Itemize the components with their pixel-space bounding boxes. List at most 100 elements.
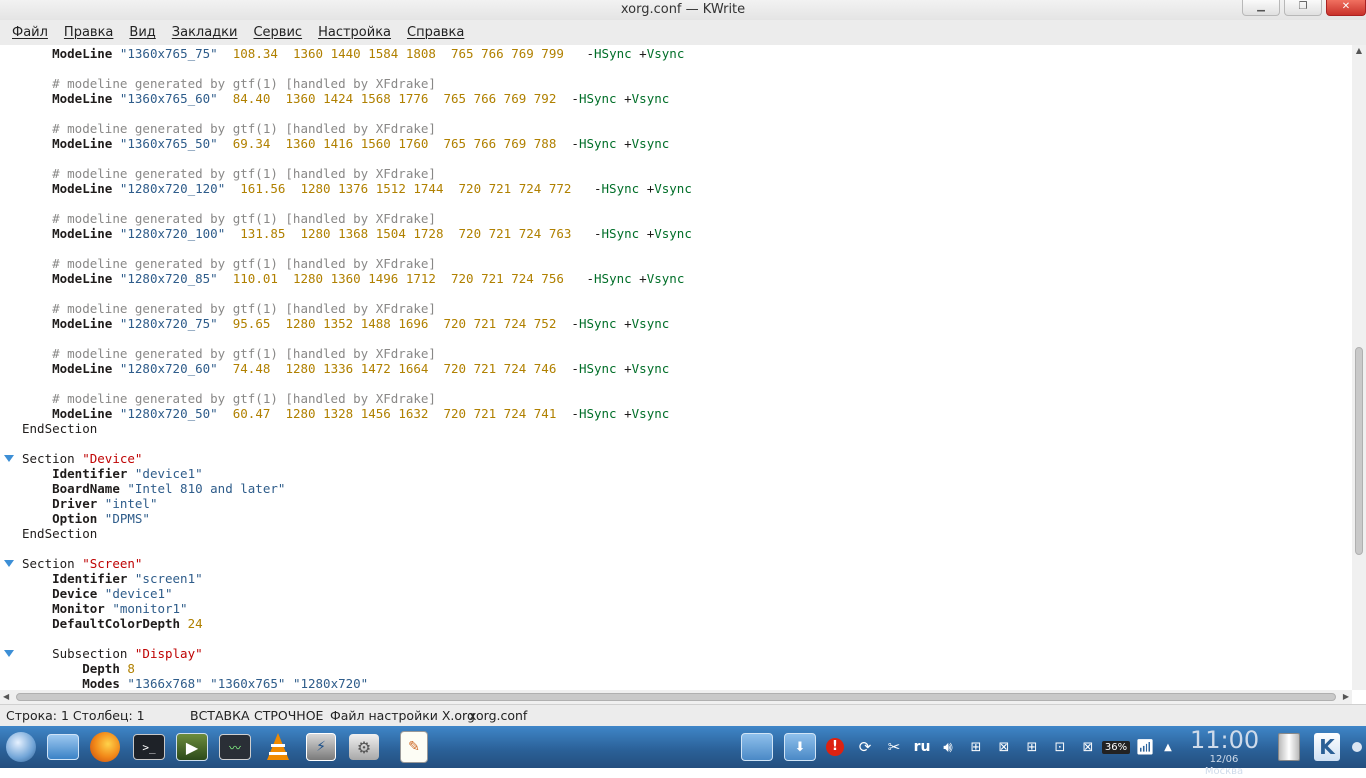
- tray-expand-icon[interactable]: ▲: [1160, 736, 1176, 758]
- horizontal-scrollbar[interactable]: ◀ ▶: [0, 690, 1352, 704]
- firefox-icon[interactable]: [88, 730, 122, 764]
- fold-toggle-icon[interactable]: [4, 650, 14, 657]
- menu-help[interactable]: Справка: [399, 25, 472, 40]
- fold-toggle-icon[interactable]: [4, 560, 14, 567]
- minimize-button[interactable]: ▁: [1242, 0, 1280, 16]
- network-offline-icon[interactable]: ⊠: [1076, 736, 1100, 758]
- menu-settings[interactable]: Настройка: [310, 25, 399, 40]
- scroll-left-arrow-icon[interactable]: ◀: [3, 690, 9, 704]
- panel-toolbox-icon[interactable]: [1350, 730, 1364, 764]
- vertical-scroll-thumb[interactable]: [1355, 347, 1363, 555]
- notes-icon[interactable]: ✎: [397, 730, 431, 764]
- system-monitor-icon[interactable]: 〰: [218, 730, 252, 764]
- network-icon[interactable]: ⊞: [964, 736, 988, 758]
- code-line: # modeline generated by gtf(1) [handled …: [22, 301, 692, 316]
- code-line: # modeline generated by gtf(1) [handled …: [22, 76, 692, 91]
- code-line: ModeLine "1280x720_50" 60.47 1280 1328 1…: [22, 406, 692, 421]
- code-token: -: [563, 91, 579, 106]
- network-lan-icon[interactable]: ⊡: [1048, 736, 1072, 758]
- desktop-pager-icon[interactable]: [740, 730, 774, 764]
- code-token: Depth: [82, 661, 120, 676]
- download-folder-icon[interactable]: ⬇: [783, 730, 817, 764]
- file-manager-icon[interactable]: [46, 730, 80, 764]
- menu-file[interactable]: Файл: [4, 25, 56, 40]
- scroll-right-arrow-icon[interactable]: ▶: [1343, 690, 1349, 704]
- network-wired-icon[interactable]: ⊞: [1020, 736, 1044, 758]
- code-token: # modeline generated by gtf(1) [handled …: [52, 76, 436, 91]
- video-editor-icon[interactable]: ▶: [175, 730, 209, 764]
- settings-icon[interactable]: ⚙: [347, 730, 381, 764]
- code-token: ModeLine: [52, 271, 113, 286]
- code-content[interactable]: ModeLine "1360x765_75" 108.34 1360 1440 …: [22, 46, 692, 690]
- code-token: # modeline generated by gtf(1) [handled …: [52, 256, 436, 271]
- menu-view[interactable]: Вид: [121, 25, 163, 40]
- close-button[interactable]: ✕: [1326, 0, 1366, 16]
- scroll-up-arrow-icon[interactable]: ▲: [1352, 45, 1366, 57]
- horizontal-scroll-thumb[interactable]: [16, 693, 1336, 701]
- battery-indicator[interactable]: 36%: [1101, 736, 1131, 758]
- menu-edit[interactable]: Правка: [56, 25, 121, 40]
- selection-mode[interactable]: СТРОЧНОЕ: [254, 705, 323, 726]
- code-token: ModeLine: [52, 91, 113, 106]
- clipboard-icon[interactable]: ✂: [884, 736, 904, 758]
- code-token: -: [586, 181, 602, 196]
- code-token: "Display": [134, 646, 203, 661]
- taskbar: >_ ▶ 〰 ⚡ ⚙ ✎ ⬇ ! ⟳ ✂ ru 🔊︎ ⊞ ⊠ ⊞ ⊡ ⊠ 36%…: [0, 726, 1366, 777]
- kde-menu-icon[interactable]: [4, 730, 38, 764]
- trash-icon[interactable]: [1274, 730, 1304, 764]
- code-line: ModeLine "1280x720_85" 110.01 1280 1360 …: [22, 271, 692, 286]
- code-token: "monitor1": [112, 601, 188, 616]
- code-token: "Intel 810 and later": [127, 481, 286, 496]
- clock-time: 11:00: [1190, 726, 1260, 754]
- code-token: -: [563, 361, 579, 376]
- fold-toggle-icon[interactable]: [4, 455, 14, 462]
- window-titlebar[interactable]: xorg.conf — KWrite ▁ ❐ ✕: [0, 0, 1366, 20]
- input-mode[interactable]: ВСТАВКА: [190, 705, 250, 726]
- clock[interactable]: 11:00 12/06 Москва: [1190, 726, 1260, 778]
- network-disconnected-icon[interactable]: ⊠: [992, 736, 1016, 758]
- menu-bookmarks[interactable]: Закладки: [164, 25, 246, 40]
- text-editor-area[interactable]: ModeLine "1360x765_75" 108.34 1360 1440 …: [0, 45, 1352, 690]
- code-token: 8: [127, 661, 135, 676]
- terminal-icon[interactable]: >_: [132, 730, 166, 764]
- menu-tools[interactable]: Сервис: [245, 25, 310, 40]
- alert-icon[interactable]: !: [825, 736, 845, 758]
- file-name: xorg.conf: [469, 708, 528, 723]
- vlc-icon[interactable]: [261, 730, 295, 764]
- keyboard-layout[interactable]: ru: [910, 736, 934, 758]
- wifi-icon[interactable]: 📶︎: [1134, 736, 1156, 758]
- code-token: # modeline generated by gtf(1) [handled …: [52, 166, 436, 181]
- code-line: ModeLine "1360x765_50" 69.34 1360 1416 1…: [22, 136, 692, 151]
- code-token: "Device": [82, 451, 143, 466]
- network-tool-icon[interactable]: ⚡: [304, 730, 338, 764]
- code-token: +: [631, 46, 647, 61]
- code-token: EndSection: [22, 421, 98, 436]
- code-token: +: [616, 361, 632, 376]
- kde-logo-icon[interactable]: K: [1312, 730, 1342, 764]
- code-token: -: [586, 226, 602, 241]
- code-line: ModeLine "1360x765_75" 108.34 1360 1440 …: [22, 46, 692, 61]
- code-token: HSync: [594, 46, 632, 61]
- file-type[interactable]: Файл настройки X.org: [330, 705, 475, 726]
- maximize-button[interactable]: ❐: [1284, 0, 1322, 16]
- update-icon[interactable]: ⟳: [854, 736, 876, 758]
- vertical-scrollbar[interactable]: ▲: [1352, 45, 1366, 690]
- volume-icon[interactable]: 🔊︎: [936, 736, 960, 758]
